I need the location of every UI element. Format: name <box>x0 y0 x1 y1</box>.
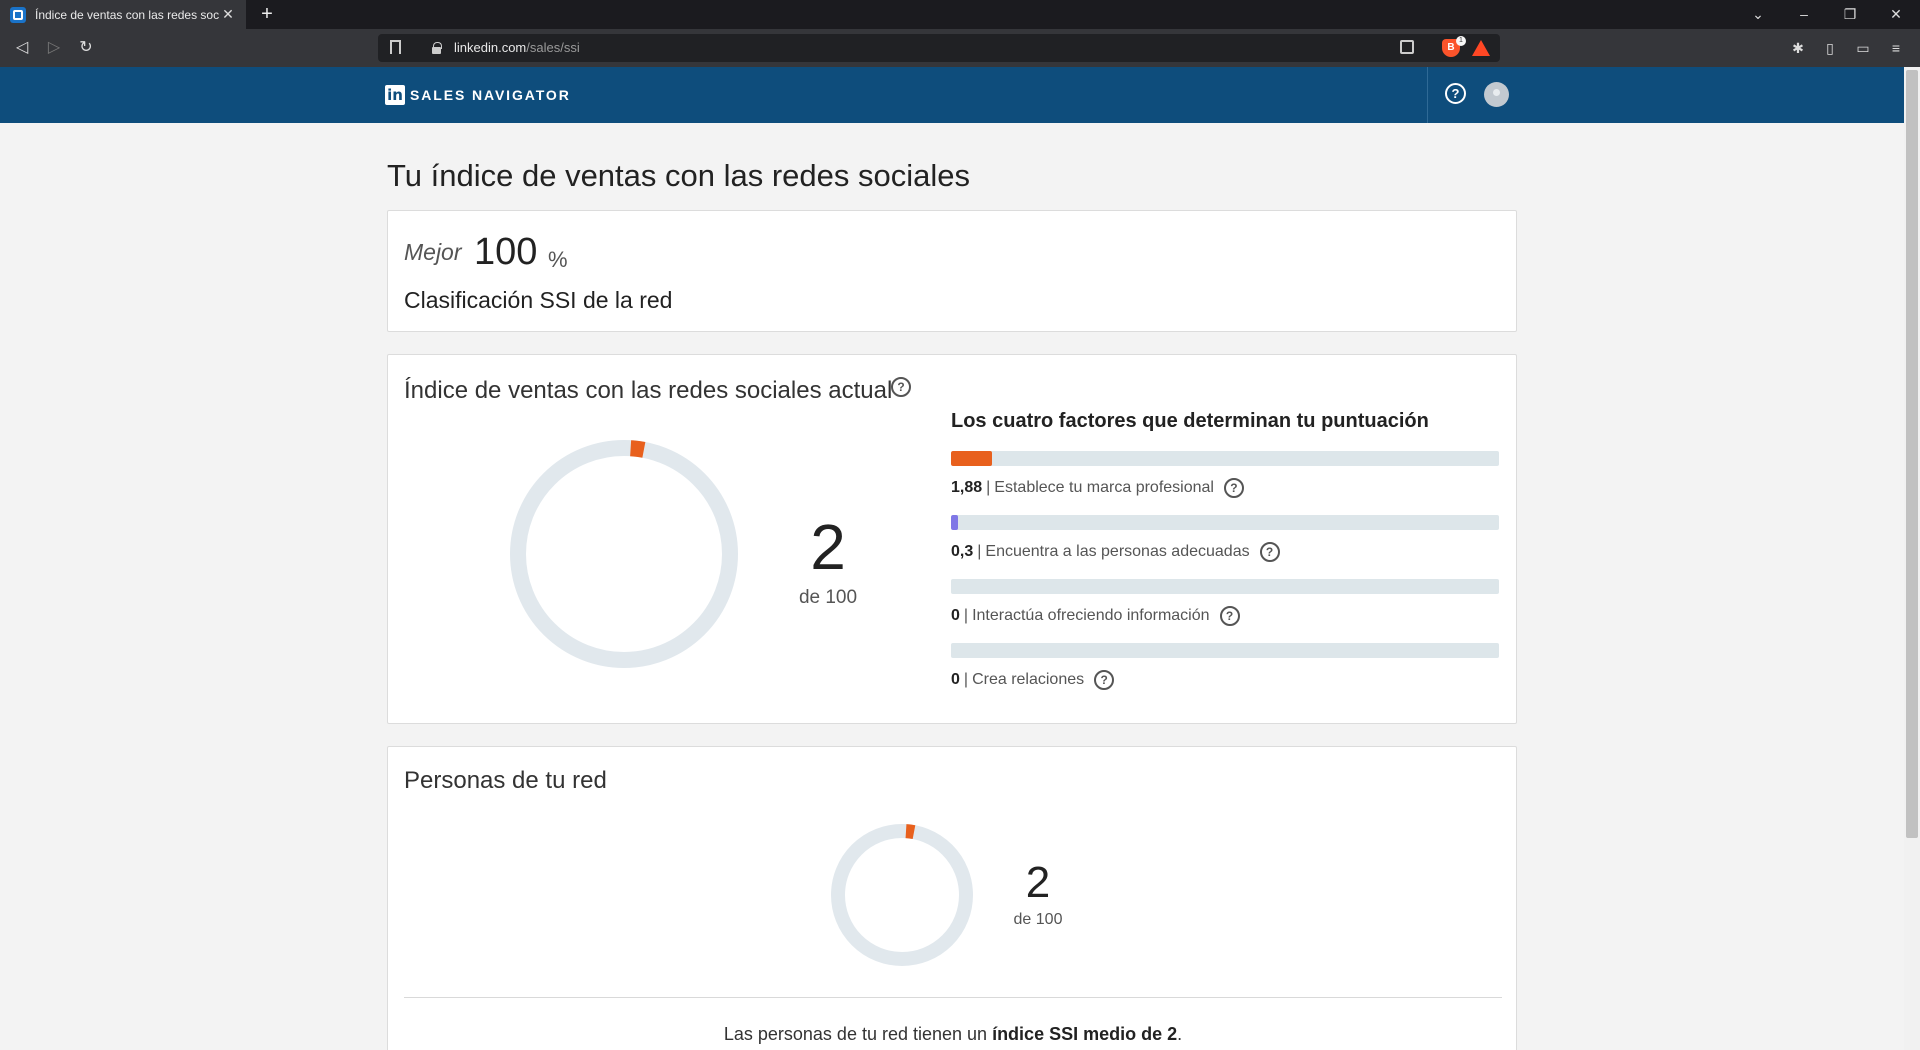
average-prefix: Las personas de tu red tienen un <box>723 1024 993 1044</box>
factor-bar-relationships <box>951 643 1499 658</box>
ssi-score-of: de 100 <box>798 587 858 608</box>
page-title: Tu índice de ventas con las redes social… <box>387 158 971 193</box>
linkedin-logo-icon: in <box>385 85 405 105</box>
scrollbar-thumb[interactable] <box>1906 70 1918 838</box>
ssi-help-icon[interactable]: ? <box>891 377 911 397</box>
factor-value: 0,3 <box>951 543 974 560</box>
network-divider <box>404 997 1502 998</box>
network-score-of: de 100 <box>1013 911 1063 928</box>
factor-bar-fill <box>951 451 993 466</box>
factor-label: Interactúa ofreciendo información <box>972 607 1210 624</box>
factor-bar-fill <box>951 515 958 530</box>
forward-button[interactable]: ▷ <box>42 36 66 60</box>
brand-logo[interactable]: in SALES NAVIGATOR <box>385 85 571 105</box>
tab-close-icon[interactable]: ✕ <box>220 6 236 23</box>
ssi-card-title: Índice de ventas con las redes sociales … <box>404 377 893 404</box>
lock-icon[interactable] <box>432 42 442 54</box>
average-highlight: índice SSI medio de 2 <box>992 1024 1178 1044</box>
bookmark-icon[interactable] <box>390 40 401 54</box>
factor-separator: | <box>963 671 969 688</box>
factor-label: Establece tu marca profesional <box>994 479 1214 496</box>
best-label: Mejor <box>404 239 462 265</box>
factor-label: Encuentra a las personas adecuadas <box>985 543 1250 560</box>
browser-toolbar: ◁ ▷ ↻ linkedin.com/sales/ssi B 1 ✱ ▯ ▭ ≡ <box>0 29 1920 67</box>
factor-help-icon[interactable]: ? <box>1223 478 1244 498</box>
extensions-icon[interactable]: ✱ <box>1788 38 1808 58</box>
factor-help-icon[interactable]: ? <box>1094 670 1115 690</box>
factor-separator: | <box>963 607 969 624</box>
close-window-button[interactable]: ✕ <box>1873 0 1919 29</box>
url-path: /sales/ssi <box>526 40 580 55</box>
ssi-ring-track <box>510 440 738 668</box>
factor-value: 0 <box>951 671 960 688</box>
url-host: linkedin.com <box>454 40 527 55</box>
factor-separator: | <box>986 479 991 496</box>
tab-title: Índice de ventas con las redes soc <box>35 7 220 22</box>
menu-icon[interactable]: ≡ <box>1886 38 1906 58</box>
current-ssi-card: Índice de ventas con las redes sociales … <box>387 354 1517 724</box>
help-icon[interactable]: ? <box>1445 83 1466 104</box>
factor-help-icon[interactable]: ? <box>1219 606 1240 626</box>
address-bar[interactable]: linkedin.com/sales/ssi B 1 <box>378 34 1500 62</box>
network-score-value: 2 <box>1025 858 1051 907</box>
factor-separator: | <box>977 543 982 560</box>
ssi-score-value: 2 <box>810 511 846 583</box>
factor-brand: 1,88 | Establece tu marca profesional? <box>951 478 1244 498</box>
url-text[interactable]: linkedin.com/sales/ssi <box>454 40 580 55</box>
factors-title: Los cuatro factores que determinan tu pu… <box>951 410 1429 432</box>
factor-relationships: 0 | Crea relaciones? <box>951 670 1115 690</box>
share-icon[interactable] <box>1400 40 1414 54</box>
factor-value: 0 <box>951 607 960 624</box>
sidebar-icon[interactable]: ▯ <box>1820 38 1840 58</box>
network-ring-track <box>831 824 973 966</box>
brave-rewards-icon[interactable] <box>1472 40 1490 56</box>
app-header: in SALES NAVIGATOR ? <box>0 67 1904 123</box>
restore-button[interactable]: ❐ <box>1827 0 1873 29</box>
new-tab-button[interactable]: + <box>256 2 278 26</box>
ssi-rank-label: Clasificación SSI de la red <box>404 287 673 313</box>
factor-insights: 0 | Interactúa ofreciendo información? <box>951 606 1240 626</box>
best-unit: % <box>548 247 568 272</box>
tab-search-chevron-icon[interactable]: ⌄ <box>1735 0 1781 29</box>
minimize-button[interactable]: – <box>1781 0 1827 29</box>
network-card-title: Personas de tu red <box>404 767 607 794</box>
factor-bar-people <box>951 515 1499 530</box>
network-average-text: Las personas de tu red tienen un índice … <box>388 1024 1518 1045</box>
network-rank-card: Mejor 100 % Clasificación SSI de la red <box>387 210 1517 332</box>
factor-bar-brand <box>951 451 1499 466</box>
reload-button[interactable]: ↻ <box>74 36 98 60</box>
factor-people: 0,3 | Encuentra a las personas adecuadas? <box>951 542 1280 562</box>
back-button[interactable]: ◁ <box>10 36 34 60</box>
header-divider <box>1427 67 1428 123</box>
factor-help-icon[interactable]: ? <box>1259 542 1280 562</box>
browser-tab-active[interactable]: Índice de ventas con las redes soc ✕ <box>0 0 246 29</box>
network-score-ring <box>831 824 973 966</box>
average-suffix: . <box>1177 1024 1183 1044</box>
ssi-score-ring <box>510 440 738 668</box>
browser-tab-bar: Índice de ventas con las redes soc ✕ + ⌄… <box>0 0 1920 29</box>
wallet-icon[interactable]: ▭ <box>1853 38 1873 58</box>
best-value: 100 <box>474 231 538 273</box>
brand-name: SALES NAVIGATOR <box>410 87 571 103</box>
factor-value: 1,88 <box>951 479 983 496</box>
salesnav-favicon-icon <box>10 6 26 23</box>
avatar[interactable] <box>1484 82 1509 107</box>
network-card: Personas de tu red 2 de 100 Las personas… <box>387 746 1517 1050</box>
brave-shields-count: 1 <box>1456 36 1466 46</box>
factor-bar-insights <box>951 579 1499 594</box>
factor-label: Crea relaciones <box>972 671 1085 688</box>
